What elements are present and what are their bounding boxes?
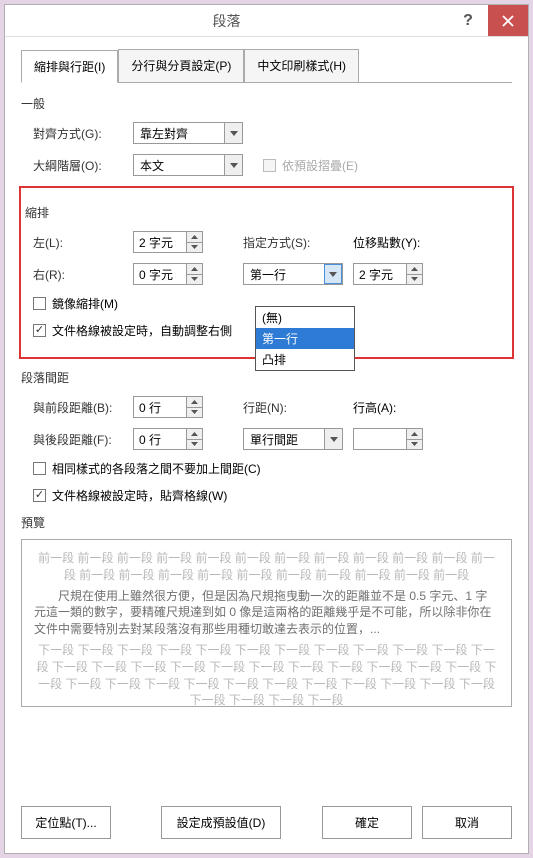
- snap-grid-label: 文件格線被設定時，貼齊格線(W): [52, 487, 227, 504]
- ok-button[interactable]: 確定: [322, 806, 412, 839]
- spin-down-icon[interactable]: [187, 440, 202, 450]
- space-before-spinner[interactable]: 0 行: [133, 396, 203, 418]
- section-spacing: 段落間距: [21, 369, 512, 386]
- indent-left-label: 左(L):: [33, 234, 133, 251]
- space-after-label: 與後段距離(F):: [33, 431, 133, 448]
- preview-next-text: 下一段 下一段 下一段 下一段 下一段 下一段 下一段 下一段 下一段 下一段 …: [34, 642, 499, 707]
- tab-line-page-breaks[interactable]: 分行與分頁設定(P): [118, 49, 244, 82]
- auto-adjust-checkbox[interactable]: [33, 324, 46, 337]
- spin-up-icon[interactable]: [187, 429, 202, 440]
- tab-indent-spacing[interactable]: 縮排與行距(I): [21, 50, 118, 83]
- spin-up-icon[interactable]: [407, 264, 422, 275]
- mirror-indent-label: 鏡像縮排(M): [52, 295, 118, 312]
- spin-down-icon[interactable]: [187, 275, 202, 285]
- section-preview: 預覽: [21, 514, 512, 531]
- snap-grid-checkbox[interactable]: [33, 489, 46, 502]
- spin-up-icon[interactable]: [187, 397, 202, 408]
- spin-down-icon[interactable]: [407, 275, 422, 285]
- dropdown-option-first-line[interactable]: 第一行: [256, 328, 354, 349]
- spin-down-icon[interactable]: [187, 243, 202, 253]
- auto-adjust-label: 文件格線被設定時，自動調整右側: [52, 322, 232, 339]
- indent-highlight-box: 縮排 左(L): 2 字元 指定方式(S): 位移點數(Y): 右(R): 0 …: [19, 186, 514, 359]
- indent-special-dropdown[interactable]: (無) 第一行 凸排: [255, 306, 355, 371]
- window-title: 段落: [5, 11, 448, 31]
- mirror-indent-checkbox[interactable]: [33, 297, 46, 310]
- chevron-down-icon: [224, 155, 242, 175]
- line-at-spinner[interactable]: [353, 428, 423, 450]
- indent-right-label: 右(R):: [33, 266, 133, 283]
- spin-up-icon[interactable]: [187, 232, 202, 243]
- spin-down-icon[interactable]: [407, 440, 422, 450]
- preview-prev-text: 前一段 前一段 前一段 前一段 前一段 前一段 前一段 前一段 前一段 前一段 …: [34, 550, 499, 584]
- section-indent: 縮排: [21, 204, 512, 221]
- indent-special-combo[interactable]: 第一行: [243, 263, 343, 285]
- spin-up-icon[interactable]: [407, 429, 422, 440]
- space-after-spinner[interactable]: 0 行: [133, 428, 203, 450]
- collapsed-label: 依預設摺疊(E): [282, 157, 358, 174]
- close-button[interactable]: [488, 5, 528, 36]
- space-before-label: 與前段距離(B):: [33, 399, 133, 416]
- indent-by-label: 位移點數(Y):: [353, 234, 420, 251]
- set-default-button[interactable]: 設定成預設值(D): [161, 806, 281, 839]
- section-general: 一般: [21, 95, 512, 112]
- outline-combo[interactable]: 本文: [133, 154, 243, 176]
- dropdown-option-hanging[interactable]: 凸排: [256, 349, 354, 370]
- help-button[interactable]: ?: [448, 5, 488, 36]
- indent-right-spinner[interactable]: 0 字元: [133, 263, 203, 285]
- indent-special-label: 指定方式(S):: [243, 234, 333, 251]
- no-space-same-style-checkbox[interactable]: [33, 462, 46, 475]
- spin-up-icon[interactable]: [187, 264, 202, 275]
- line-at-label: 行高(A):: [353, 399, 396, 416]
- spin-down-icon[interactable]: [187, 408, 202, 418]
- outline-label: 大綱階層(O):: [33, 157, 133, 174]
- chevron-down-icon: [324, 429, 342, 449]
- tab-strip: 縮排與行距(I) 分行與分頁設定(P) 中文印刷樣式(H): [21, 49, 512, 83]
- paragraph-dialog: 段落 ? 縮排與行距(I) 分行與分頁設定(P) 中文印刷樣式(H) 一般 對齊…: [4, 4, 529, 854]
- alignment-combo[interactable]: 靠左對齊: [133, 122, 243, 144]
- alignment-label: 對齊方式(G):: [33, 125, 133, 142]
- indent-by-spinner[interactable]: 2 字元: [353, 263, 423, 285]
- titlebar: 段落 ?: [5, 5, 528, 37]
- tab-asian-typography[interactable]: 中文印刷樣式(H): [244, 49, 359, 82]
- no-space-same-style-label: 相同樣式的各段落之間不要加上間距(C): [52, 460, 261, 477]
- close-icon: [502, 15, 514, 27]
- cancel-button[interactable]: 取消: [422, 806, 512, 839]
- preview-pane: 前一段 前一段 前一段 前一段 前一段 前一段 前一段 前一段 前一段 前一段 …: [21, 539, 512, 707]
- preview-body-text: 尺規在使用上雖然很方便，但是因為尺規拖曳動一次的距離並不是 0.5 字元、1 字…: [34, 588, 499, 638]
- line-spacing-combo[interactable]: 單行間距: [243, 428, 343, 450]
- indent-left-spinner[interactable]: 2 字元: [133, 231, 203, 253]
- collapsed-checkbox: [263, 159, 276, 172]
- chevron-down-icon: [224, 123, 242, 143]
- button-row: 定位點(T)... 設定成預設值(D) 確定 取消: [21, 806, 512, 839]
- line-spacing-label: 行距(N):: [243, 399, 333, 416]
- tabs-button[interactable]: 定位點(T)...: [21, 806, 111, 839]
- dropdown-option-none[interactable]: (無): [256, 307, 354, 328]
- chevron-down-icon: [324, 264, 342, 284]
